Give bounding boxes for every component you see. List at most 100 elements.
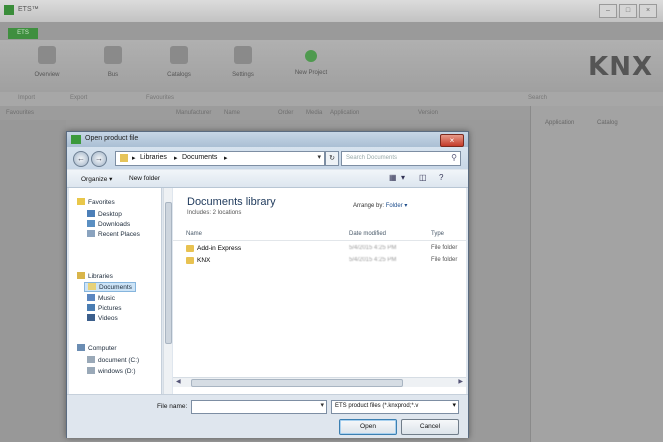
file-row[interactable]: KNX 5/4/2015 4:25 PM File folder xyxy=(173,254,466,266)
new-folder-button[interactable]: New folder xyxy=(129,175,160,182)
star-icon xyxy=(77,198,85,205)
nav-desktop[interactable]: Desktop xyxy=(87,210,122,218)
nav-downloads[interactable]: Downloads xyxy=(87,220,130,228)
nav-favorites[interactable]: Favorites xyxy=(77,198,115,206)
ribbon: Overview Bus Catalogs Settings New Proje… xyxy=(0,40,663,92)
nav-documents[interactable]: Documents xyxy=(84,282,136,292)
desktop-icon xyxy=(87,210,95,217)
chevron-down-icon: ▾ xyxy=(452,402,456,409)
file-type-filter[interactable]: ETS product files (*.knxprod;*.v ▾ xyxy=(331,400,459,414)
dialog-footer: File name: ▾ ETS product files (*.knxpro… xyxy=(67,394,468,438)
new-project-icon xyxy=(305,50,317,62)
column-date-modified[interactable]: Date modified xyxy=(349,231,386,237)
ribbon-overview[interactable]: Overview xyxy=(22,46,72,78)
search-icon: ⚲ xyxy=(451,153,457,162)
properties-panel: Application Catalog xyxy=(530,106,663,442)
ribbon-settings[interactable]: Settings xyxy=(218,46,268,78)
library-title: Documents library xyxy=(187,196,276,208)
horizontal-scrollbar[interactable]: ◀ ▶ xyxy=(173,377,466,387)
app-search-label: Search xyxy=(528,95,548,101)
arrange-by: Arrange by: Folder ▾ xyxy=(353,203,408,209)
scrollbar-thumb[interactable] xyxy=(165,202,172,344)
preview-pane-icon[interactable]: ◫ xyxy=(419,173,428,182)
column-name[interactable]: Name xyxy=(186,231,202,237)
arrange-by-dropdown[interactable]: Folder ▾ xyxy=(386,203,408,209)
pictures-icon xyxy=(87,304,95,311)
app-title: ETS™ xyxy=(18,6,39,13)
open-button[interactable]: Open xyxy=(339,419,397,435)
folder-icon xyxy=(186,257,194,264)
minimize-button[interactable]: – xyxy=(599,4,617,18)
file-list-pane: Documents library Includes: 2 locations … xyxy=(173,188,466,394)
app-toolbar: Import Export Favourites Search xyxy=(0,92,663,107)
drive-icon xyxy=(87,367,95,374)
nav-computer[interactable]: Computer xyxy=(77,344,117,352)
videos-icon xyxy=(87,314,95,321)
view-options-icon[interactable]: ▦ xyxy=(389,173,398,182)
cancel-button[interactable]: Cancel xyxy=(401,419,459,435)
tab-catalog[interactable]: Catalog xyxy=(597,120,618,126)
chevron-down-icon[interactable]: ▾ xyxy=(317,153,321,161)
scroll-right-icon[interactable]: ▶ xyxy=(458,378,463,385)
help-icon[interactable]: ? xyxy=(439,173,448,182)
downloads-icon xyxy=(87,220,95,227)
dialog-title: Open product file xyxy=(85,135,139,142)
catalog-tree xyxy=(0,120,66,442)
nav-videos[interactable]: Videos xyxy=(87,314,118,322)
export-button[interactable]: Export xyxy=(70,95,87,101)
chevron-down-icon[interactable]: ▾ xyxy=(320,401,324,409)
back-button[interactable]: ← xyxy=(73,151,89,167)
dialog-titlebar: Open product file × xyxy=(67,132,468,147)
overview-icon xyxy=(38,46,56,64)
drive-icon xyxy=(87,356,95,363)
nav-drive-c[interactable]: document (C:) xyxy=(87,356,139,364)
scroll-left-icon[interactable]: ◀ xyxy=(176,378,181,385)
tab-application[interactable]: Application xyxy=(545,120,574,126)
folder-icon xyxy=(186,245,194,252)
nav-drive-d[interactable]: windows (D:) xyxy=(87,367,136,375)
file-list-header: Name Date modified Type xyxy=(173,228,466,241)
breadcrumb-libraries[interactable]: Libraries xyxy=(140,154,167,161)
catalogs-icon xyxy=(170,46,188,64)
music-icon xyxy=(87,294,95,301)
ets-file-tab[interactable]: ETS xyxy=(8,28,38,39)
favourites-button[interactable]: Favourites xyxy=(146,95,174,101)
maximize-button[interactable]: □ xyxy=(619,4,637,18)
settings-icon xyxy=(234,46,252,64)
forward-button[interactable]: → xyxy=(91,151,107,167)
breadcrumb-documents[interactable]: Documents xyxy=(182,154,217,161)
scrollbar-thumb[interactable] xyxy=(191,379,403,387)
nav-pictures[interactable]: Pictures xyxy=(87,304,121,312)
nav-music[interactable]: Music xyxy=(87,294,115,302)
search-input[interactable]: Search Documents ⚲ xyxy=(341,151,461,166)
ribbon-bus[interactable]: Bus xyxy=(88,46,138,78)
library-locations-link[interactable]: Includes: 2 locations xyxy=(187,210,241,216)
close-button[interactable]: × xyxy=(440,134,464,147)
libraries-icon xyxy=(77,272,85,279)
ets-logo-icon xyxy=(4,5,14,15)
command-bar: Organize ▾ New folder ▦ ▾ ◫ ? xyxy=(67,170,468,188)
file-row[interactable]: Add-in Express 5/4/2015 4:25 PM File fol… xyxy=(173,242,466,254)
folder-icon xyxy=(120,154,128,162)
window-controls: – □ × xyxy=(599,4,657,18)
refresh-button[interactable]: ↻ xyxy=(325,151,339,166)
documents-icon xyxy=(88,283,96,290)
ets-logo-icon xyxy=(71,135,81,144)
column-type[interactable]: Type xyxy=(431,231,444,237)
ribbon-new-project[interactable]: New Project xyxy=(286,46,336,76)
close-window-button[interactable]: × xyxy=(639,4,657,18)
ribbon-catalogs[interactable]: Catalogs xyxy=(154,46,204,78)
chevron-down-icon[interactable]: ▾ xyxy=(401,173,410,182)
nav-recent-places[interactable]: Recent Places xyxy=(87,230,140,238)
navigation-scrollbar[interactable] xyxy=(163,188,172,394)
bus-icon xyxy=(104,46,122,64)
file-name-field[interactable]: ▾ xyxy=(191,400,327,414)
computer-icon xyxy=(77,344,85,351)
import-button[interactable]: Import xyxy=(18,95,35,101)
organize-button[interactable]: Organize ▾ xyxy=(81,175,112,183)
file-name-label: File name: xyxy=(157,403,188,410)
app-titlebar: ETS™ – □ × xyxy=(0,0,663,22)
nav-libraries[interactable]: Libraries xyxy=(77,272,113,280)
recent-places-icon xyxy=(87,230,95,237)
address-bar[interactable]: ▸ Libraries ▸ Documents ▸ ▾ xyxy=(115,151,325,166)
